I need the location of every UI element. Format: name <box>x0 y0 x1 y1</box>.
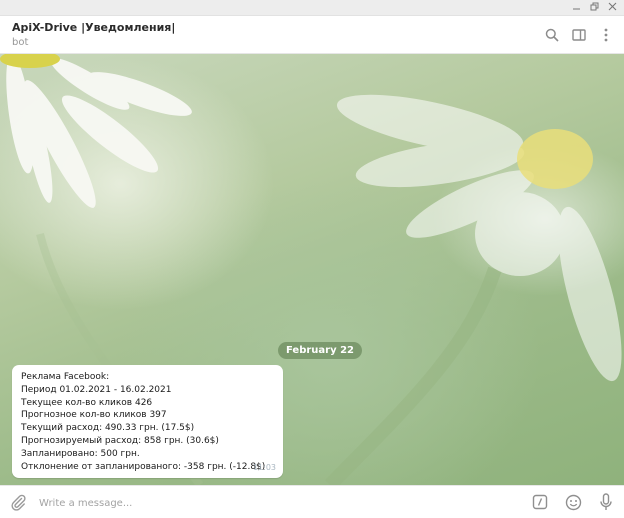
chat-title[interactable]: ApiX-Drive |Уведомления| <box>12 21 175 34</box>
message-line: Прогнозное кол-во кликов 397 <box>21 410 167 421</box>
composer-actions <box>531 493 615 511</box>
paperclip-icon[interactable] <box>9 493 27 511</box>
date-separator: February 22 <box>278 342 363 359</box>
message-line: Отклонение от запланированого: -358 грн.… <box>21 461 266 472</box>
chat-status: bot <box>12 37 29 48</box>
microphone-icon[interactable] <box>597 493 615 511</box>
message-line: Текущее кол-во кликов 426 <box>21 397 153 408</box>
message-bubble[interactable]: Реклама Facebook: Период 01.02.2021 - 16… <box>12 365 283 478</box>
bot-command-icon[interactable] <box>531 493 549 511</box>
header-actions <box>544 27 614 43</box>
emoji-icon[interactable] <box>564 493 582 511</box>
message-line: Период 01.02.2021 - 16.02.2021 <box>21 384 172 395</box>
chat-area[interactable]: February 22 Реклама Facebook: Период 01.… <box>0 54 624 485</box>
close-icon[interactable] <box>607 1 618 12</box>
message-composer <box>0 485 624 518</box>
sidebar-icon[interactable] <box>571 27 587 43</box>
restore-icon[interactable] <box>589 1 600 12</box>
message-line: Запланировано: 500 грн. <box>21 448 140 459</box>
window-controls <box>571 1 618 12</box>
message-line: Прогнозируемый расход: 858 грн. (30.6$) <box>21 435 219 446</box>
chat-header: ApiX-Drive |Уведомления| bot <box>0 16 624 54</box>
message-line: Реклама Facebook: <box>21 372 110 382</box>
message-line: Текущий расход: 490.33 грн. (17.5$) <box>21 423 195 434</box>
more-vertical-icon[interactable] <box>598 27 614 43</box>
search-icon[interactable] <box>544 27 560 43</box>
message-time: 11:03 <box>252 463 276 472</box>
message-input[interactable] <box>37 493 511 513</box>
minimize-icon[interactable] <box>571 1 582 12</box>
window-titlebar <box>0 0 624 16</box>
